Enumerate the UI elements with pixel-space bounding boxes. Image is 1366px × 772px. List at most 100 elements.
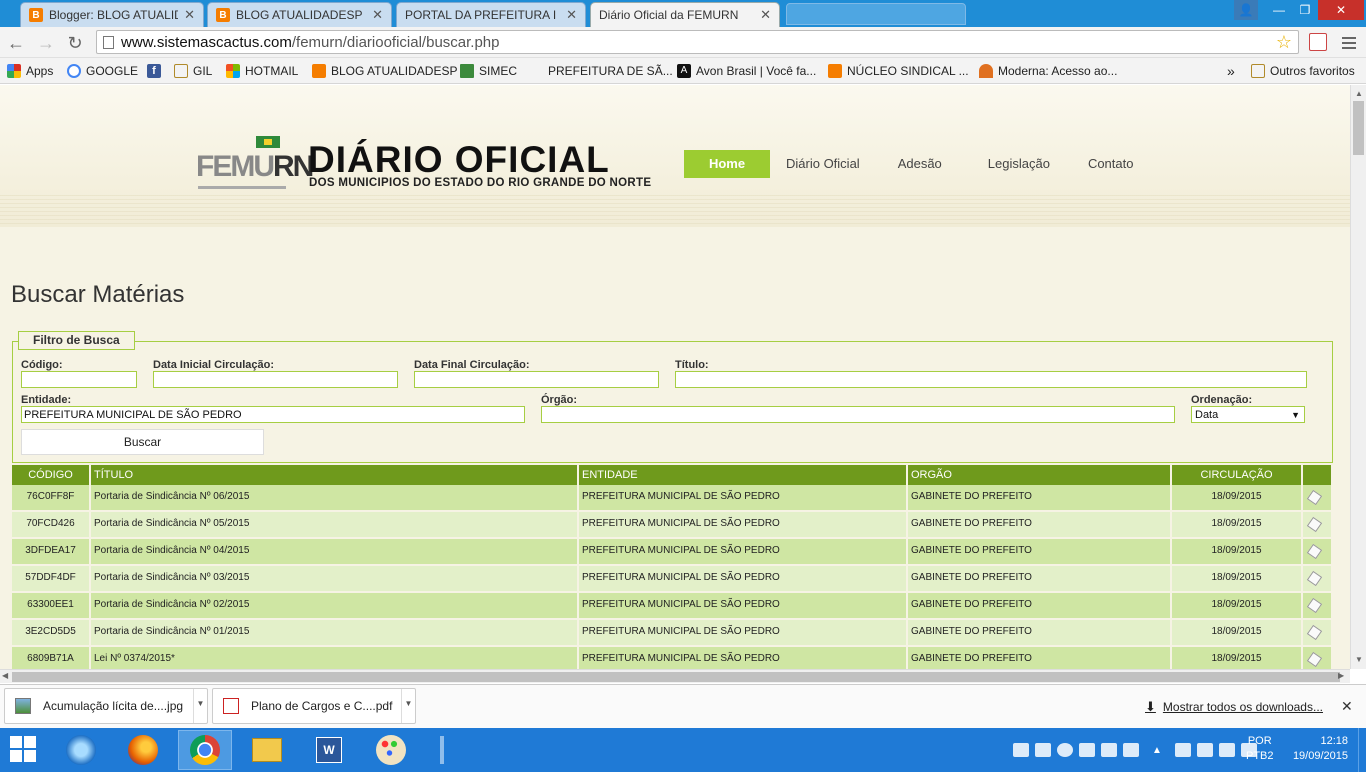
- orgao-input[interactable]: [541, 406, 1175, 423]
- table-row[interactable]: 6809B71A Lei Nº 0374/2015* PREFEITURA MUNI…: [12, 647, 1331, 669]
- table-row[interactable]: 70FCD426 Portaria de Sindicância Nº 05/20…: [12, 512, 1331, 538]
- menu-icon[interactable]: [1342, 34, 1356, 52]
- scroll-thumb[interactable]: [12, 672, 1340, 682]
- bookmark-gil[interactable]: GIL: [174, 62, 212, 80]
- nav-home[interactable]: Home: [684, 150, 770, 178]
- tray-flag-icon[interactable]: [1196, 743, 1213, 757]
- tab-portal-prefeitura[interactable]: PORTAL DA PREFEITURA I ✕: [396, 2, 586, 27]
- bookmark-moderna[interactable]: Moderna: Acesso ao...: [979, 62, 1117, 80]
- table-row[interactable]: 57DDF4DF Portaria de Sindicância Nº 03/20…: [12, 566, 1331, 592]
- download-item-jpg[interactable]: Acumulação lícita de....jpg ▼: [4, 688, 208, 724]
- download-item-pdf[interactable]: Plano de Cargos e C....pdf ▼: [212, 688, 416, 724]
- back-arrow-icon[interactable]: ←: [6, 33, 26, 53]
- extension-icon[interactable]: [1309, 33, 1327, 51]
- bookmarks-overflow-icon[interactable]: »: [1227, 62, 1235, 80]
- bookmark-blog-atualidadesp[interactable]: BLOG ATUALIDADESP: [312, 62, 458, 80]
- tray-expand-icon[interactable]: ▲: [1152, 745, 1162, 756]
- tray-signal-icon[interactable]: [1218, 743, 1235, 757]
- scroll-right-icon[interactable]: ▶: [1338, 671, 1344, 680]
- titulo-input[interactable]: [675, 371, 1307, 388]
- codigo-input[interactable]: [21, 371, 137, 388]
- bookmark-avon[interactable]: A Avon Brasil | Você fa...: [677, 62, 816, 80]
- bookmark-facebook[interactable]: f: [147, 62, 166, 80]
- forward-arrow-icon[interactable]: →: [36, 33, 56, 53]
- show-desktop-button[interactable]: [1358, 728, 1366, 772]
- file-explorer-icon[interactable]: [240, 730, 294, 770]
- ordenacao-select[interactable]: Data ▼: [1191, 406, 1305, 423]
- attachment-icon[interactable]: [1306, 516, 1323, 533]
- scroll-left-icon[interactable]: ◀: [2, 671, 8, 680]
- femurn-logo[interactable]: FEMURN: [196, 136, 314, 191]
- language-indicator[interactable]: POR PTB2: [1246, 734, 1274, 764]
- attachment-icon[interactable]: [1306, 624, 1323, 641]
- attachment-cell[interactable]: [1303, 485, 1331, 511]
- scroll-down-icon[interactable]: ▼: [1355, 655, 1363, 664]
- table-row[interactable]: 3DFDEA17 Portaria de Sindicância Nº 04/20…: [12, 539, 1331, 565]
- attachment-cell[interactable]: [1303, 539, 1331, 565]
- user-icon[interactable]: 👤: [1234, 0, 1258, 20]
- attachment-cell[interactable]: [1303, 593, 1331, 619]
- buscar-button[interactable]: Buscar: [21, 429, 264, 455]
- word-icon[interactable]: W: [302, 730, 356, 770]
- bookmark-nucleo-sindical[interactable]: NÚCLEO SINDICAL ...: [828, 62, 969, 80]
- internet-explorer-icon[interactable]: [54, 730, 108, 770]
- tab-diario-oficial[interactable]: Diário Oficial da FEMURN ✕: [590, 2, 780, 27]
- close-tab-icon[interactable]: ✕: [566, 7, 577, 23]
- data-inicial-input[interactable]: [153, 371, 398, 388]
- chrome-icon[interactable]: [178, 730, 232, 770]
- reload-icon[interactable]: ↻: [65, 33, 85, 53]
- bookmark-google[interactable]: GOOGLE: [67, 62, 138, 80]
- horizontal-scrollbar[interactable]: ◀ ▶: [0, 669, 1350, 683]
- nav-diario-oficial[interactable]: Diário Oficial: [770, 150, 876, 178]
- scroll-thumb[interactable]: [1353, 101, 1364, 155]
- bookmark-hotmail[interactable]: HOTMAIL: [226, 62, 298, 80]
- paint-icon[interactable]: [364, 730, 418, 770]
- close-tab-icon[interactable]: ✕: [184, 7, 195, 23]
- attachment-icon[interactable]: [1306, 489, 1323, 506]
- tray-speaker-icon[interactable]: [1123, 743, 1139, 757]
- tray-windows-icon[interactable]: [1174, 743, 1191, 757]
- close-downloads-icon[interactable]: ✕: [1341, 698, 1353, 715]
- entidade-input[interactable]: PREFEITURA MUNICIPAL DE SÃO PEDRO: [21, 406, 525, 423]
- chevron-down-icon[interactable]: ▼: [193, 689, 207, 723]
- maximize-icon[interactable]: ❐: [1292, 0, 1318, 20]
- attachment-cell[interactable]: [1303, 620, 1331, 646]
- firefox-icon[interactable]: [116, 730, 170, 770]
- bookmark-star-icon[interactable]: ☆: [1276, 32, 1292, 53]
- data-final-input[interactable]: [414, 371, 659, 388]
- tray-a-icon[interactable]: [1013, 743, 1029, 757]
- show-all-downloads-link[interactable]: ⬇ Mostrar todos os downloads...: [1145, 699, 1323, 715]
- tab-blogger[interactable]: B Blogger: BLOG ATUALIDA ✕: [20, 2, 204, 27]
- windows-start-icon[interactable]: [10, 736, 38, 764]
- attachment-icon[interactable]: [1306, 570, 1323, 587]
- close-window-icon[interactable]: ✕: [1318, 0, 1364, 20]
- nav-legislacao[interactable]: Legislação: [972, 150, 1066, 178]
- attachment-cell[interactable]: [1303, 566, 1331, 592]
- close-tab-icon[interactable]: ✕: [760, 7, 771, 23]
- table-row[interactable]: 76C0FF8F Portaria de Sindicância Nº 06/20…: [12, 485, 1331, 511]
- tab-blog-atualidadesp[interactable]: B BLOG ATUALIDADESP ✕: [207, 2, 392, 27]
- attachment-cell[interactable]: [1303, 512, 1331, 538]
- nav-adesao[interactable]: Adesão: [882, 150, 958, 178]
- vertical-scrollbar[interactable]: ▲ ▼: [1350, 85, 1366, 669]
- table-row[interactable]: 63300EE1 Portaria de Sindicância Nº 02/20…: [12, 593, 1331, 619]
- bookmark-outros-favoritos[interactable]: Outros favoritos: [1251, 62, 1355, 80]
- tray-arrow-icon[interactable]: [1101, 743, 1117, 757]
- tray-network-app-icon[interactable]: [1035, 743, 1051, 757]
- scroll-up-icon[interactable]: ▲: [1355, 89, 1363, 98]
- bookmark-apps[interactable]: Apps: [7, 62, 53, 80]
- attachment-icon[interactable]: [1306, 543, 1323, 560]
- bookmark-simec[interactable]: SIMEC: [460, 62, 517, 80]
- nav-contato[interactable]: Contato: [1072, 150, 1150, 178]
- minimize-icon[interactable]: —: [1266, 0, 1292, 20]
- table-row[interactable]: 3E2CD5D5 Portaria de Sindicância Nº 01/20…: [12, 620, 1331, 646]
- system-clock[interactable]: 12:18 19/09/2015: [1288, 734, 1348, 764]
- new-tab-button[interactable]: [786, 3, 966, 25]
- tray-wireless-icon[interactable]: [1079, 743, 1095, 757]
- attachment-cell[interactable]: [1303, 647, 1331, 669]
- attachment-icon[interactable]: [1306, 651, 1323, 668]
- close-tab-icon[interactable]: ✕: [372, 7, 383, 23]
- chevron-down-icon[interactable]: ▼: [401, 689, 415, 723]
- address-bar[interactable]: www.sistemascactus.com/femurn/diarioofic…: [96, 30, 1299, 54]
- tray-disc-icon[interactable]: [1057, 743, 1073, 757]
